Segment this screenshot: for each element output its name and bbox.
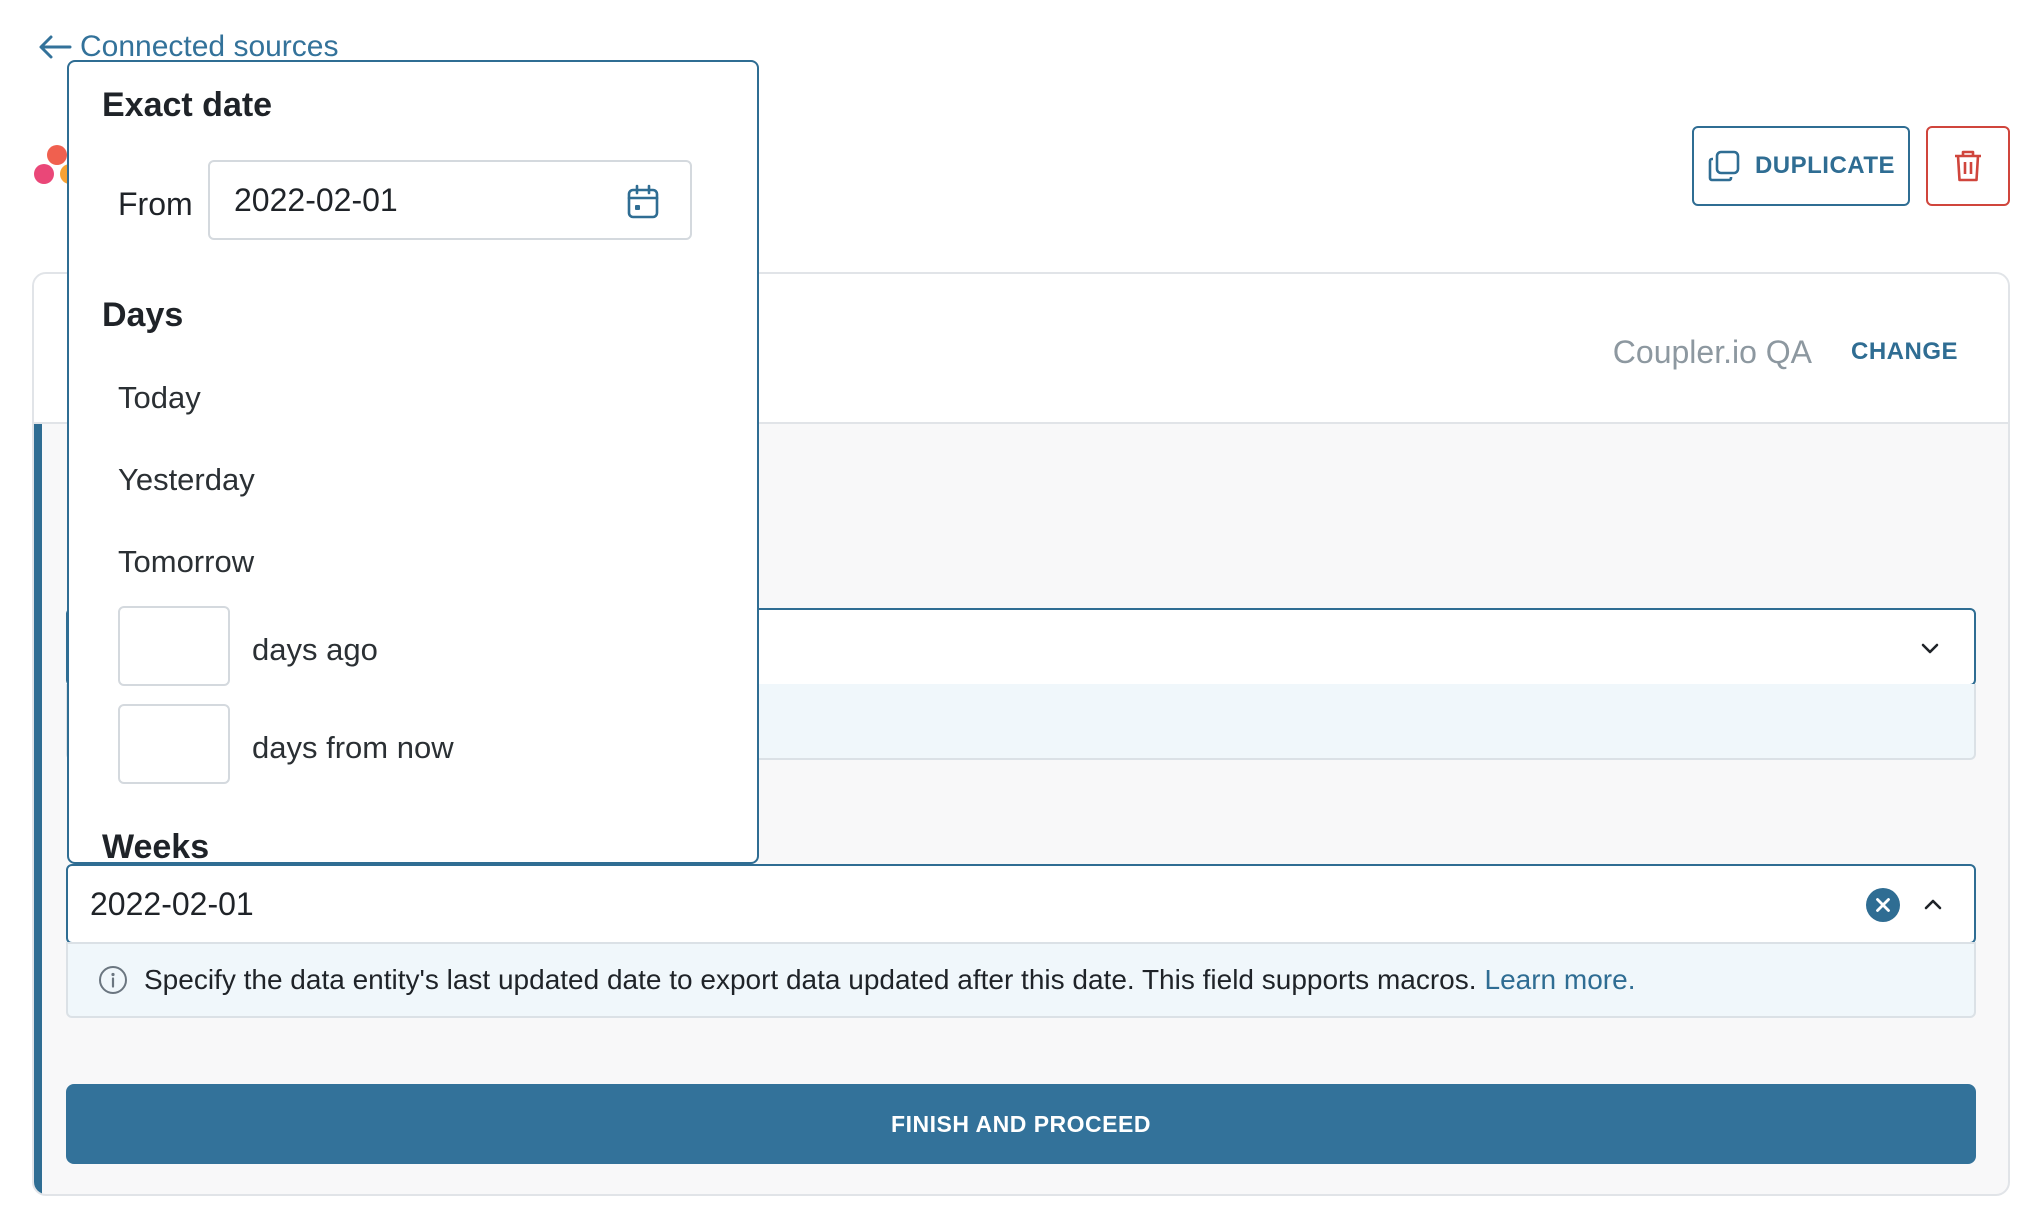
from-date-input[interactable]: 2022-02-01 xyxy=(208,160,692,240)
hint-text: Specify the data entity's last updated d… xyxy=(144,964,1477,995)
option-tomorrow[interactable]: Tomorrow xyxy=(118,544,254,580)
duplicate-button[interactable]: DUPLICATE xyxy=(1692,126,1910,206)
days-ago-input[interactable] xyxy=(118,606,230,686)
days-from-now-input[interactable] xyxy=(118,704,230,784)
duplicate-label: DUPLICATE xyxy=(1754,152,1896,179)
change-account-button[interactable]: CHANGE xyxy=(1851,338,1958,366)
back-link[interactable]: Connected sources xyxy=(36,30,339,64)
delete-button[interactable] xyxy=(1926,126,2010,206)
learn-more-link[interactable]: Learn more. xyxy=(1485,964,1636,996)
calendar-icon[interactable] xyxy=(626,184,660,220)
option-today[interactable]: Today xyxy=(118,380,201,416)
info-icon xyxy=(99,966,127,994)
last-updated-date-field[interactable]: 2022-02-01 xyxy=(66,864,1976,944)
clear-icon[interactable] xyxy=(1866,888,1900,922)
option-yesterday[interactable]: Yesterday xyxy=(118,462,255,498)
exact-date-heading: Exact date xyxy=(102,86,273,124)
date-picker-popover: Exact date From 2022-02-01 Days Today Ye… xyxy=(67,60,759,864)
from-label: From xyxy=(118,186,193,222)
duplicate-icon xyxy=(1708,150,1740,182)
date-field-hint: Specify the data entity's last updated d… xyxy=(66,942,1976,1018)
arrow-left-icon xyxy=(39,35,72,59)
days-ago-label: days ago xyxy=(252,632,378,667)
days-heading: Days xyxy=(102,296,184,334)
back-link-label: Connected sources xyxy=(80,30,339,63)
chevron-up-icon[interactable] xyxy=(1918,890,1948,920)
finish-and-proceed-button[interactable]: FINISH AND PROCEED xyxy=(66,1084,1976,1164)
date-field-value[interactable]: 2022-02-01 xyxy=(90,886,254,923)
account-name: Coupler.io QA xyxy=(1612,334,1812,370)
active-step-indicator xyxy=(34,424,42,1194)
weeks-heading: Weeks xyxy=(102,828,210,864)
trash-icon xyxy=(1955,150,1981,182)
from-date-value: 2022-02-01 xyxy=(234,181,398,218)
days-from-now-label: days from now xyxy=(252,730,454,765)
chevron-down-icon[interactable] xyxy=(1916,634,1944,662)
